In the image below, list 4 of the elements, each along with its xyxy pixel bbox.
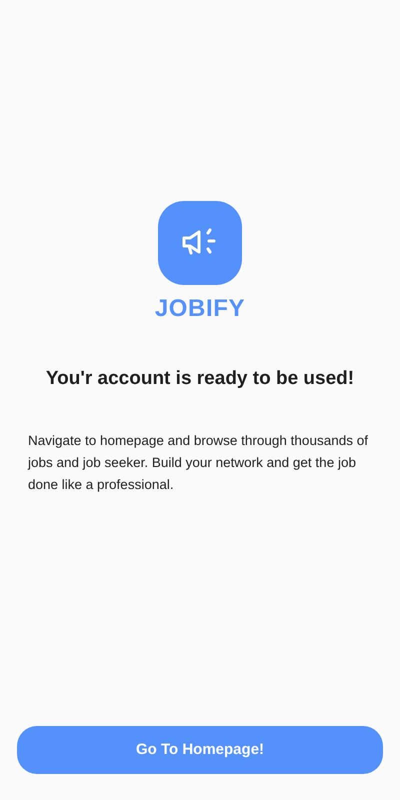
go-to-homepage-button[interactable]: Go To Homepage! xyxy=(17,726,383,774)
brand-name: JOBIFY xyxy=(154,294,246,324)
description: Navigate to homepage and browse through thousands of jobs and job seeker. Build your network and get the job done like a professional. xyxy=(26,432,369,494)
heading: You'r account is ready to be used! xyxy=(46,367,354,391)
